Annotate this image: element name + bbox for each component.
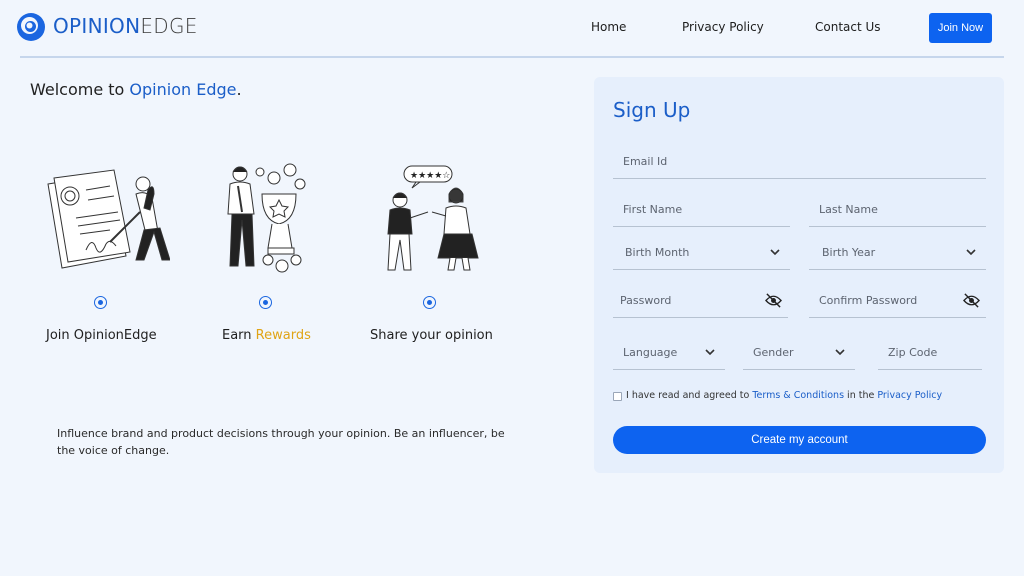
- email-placeholder: Email Id: [623, 155, 668, 168]
- first-name-field[interactable]: First Name: [613, 197, 790, 227]
- terms-link[interactable]: Terms & Conditions: [752, 390, 844, 401]
- feature-label-join: Join OpinionEdge: [46, 328, 157, 343]
- chevron-down-icon: [705, 349, 715, 356]
- zip-code-placeholder: Zip Code: [888, 346, 938, 359]
- last-name-placeholder: Last Name: [819, 203, 878, 216]
- eye-slash-icon[interactable]: [765, 292, 782, 309]
- tagline: Influence brand and product decisions th…: [57, 427, 505, 457]
- birth-year-select[interactable]: Birth Year: [809, 240, 986, 270]
- privacy-policy-link[interactable]: Privacy Policy: [877, 390, 942, 401]
- birth-year-label: Birth Year: [822, 246, 876, 259]
- confirm-password-placeholder: Confirm Password: [819, 294, 918, 307]
- terms-checkbox[interactable]: [613, 392, 622, 401]
- feature-dot-rewards[interactable]: [259, 296, 272, 309]
- feature-label-rewards: Earn Rewards: [222, 328, 311, 343]
- birth-month-label: Birth Month: [625, 246, 690, 259]
- earn-rewards-illustration: [210, 160, 340, 278]
- svg-text:★★★★☆: ★★★★☆: [410, 171, 450, 181]
- logo-text: OPINIONEDGE: [53, 14, 198, 38]
- nav-home[interactable]: Home: [591, 20, 626, 34]
- signup-card: Sign Up Email Id First Name Last Name Bi…: [594, 77, 1004, 473]
- nav-contact-us[interactable]: Contact Us: [815, 20, 881, 34]
- first-name-placeholder: First Name: [623, 203, 683, 216]
- eye-slash-icon[interactable]: [963, 292, 980, 309]
- gender-label: Gender: [753, 346, 794, 359]
- create-account-button[interactable]: Create my account: [613, 426, 986, 454]
- logo-mark-icon: [16, 11, 46, 41]
- signup-title: Sign Up: [613, 98, 691, 122]
- terms-agreement-text: I have read and agreed to Terms & Condit…: [626, 390, 943, 401]
- feature-dot-share[interactable]: [423, 296, 436, 309]
- feature-label-share: Share your opinion: [370, 328, 493, 343]
- feature-dot-join[interactable]: [94, 296, 107, 309]
- share-opinion-illustration: ★★★★☆: [366, 160, 496, 278]
- last-name-field[interactable]: Last Name: [809, 197, 986, 227]
- chevron-down-icon: [966, 249, 976, 256]
- nav-privacy-policy[interactable]: Privacy Policy: [682, 20, 764, 34]
- header: OPINIONEDGE Home Privacy Policy Contact …: [0, 0, 1024, 58]
- password-field[interactable]: Password: [613, 288, 788, 318]
- join-now-button[interactable]: Join Now: [929, 13, 992, 43]
- logo[interactable]: OPINIONEDGE: [16, 11, 198, 41]
- birth-month-select[interactable]: Birth Month: [613, 240, 790, 270]
- welcome-heading: Welcome to Opinion Edge.: [30, 80, 242, 99]
- gender-select[interactable]: Gender: [743, 340, 855, 370]
- chevron-down-icon: [835, 349, 845, 356]
- language-label: Language: [623, 346, 678, 359]
- chevron-down-icon: [770, 249, 780, 256]
- signing-document-illustration: [40, 160, 171, 278]
- zip-code-field[interactable]: Zip Code: [878, 340, 982, 370]
- language-select[interactable]: Language: [613, 340, 725, 370]
- email-field[interactable]: Email Id: [613, 149, 986, 179]
- header-divider: [20, 56, 1004, 58]
- password-placeholder: Password: [620, 294, 672, 307]
- confirm-password-field[interactable]: Confirm Password: [809, 288, 986, 318]
